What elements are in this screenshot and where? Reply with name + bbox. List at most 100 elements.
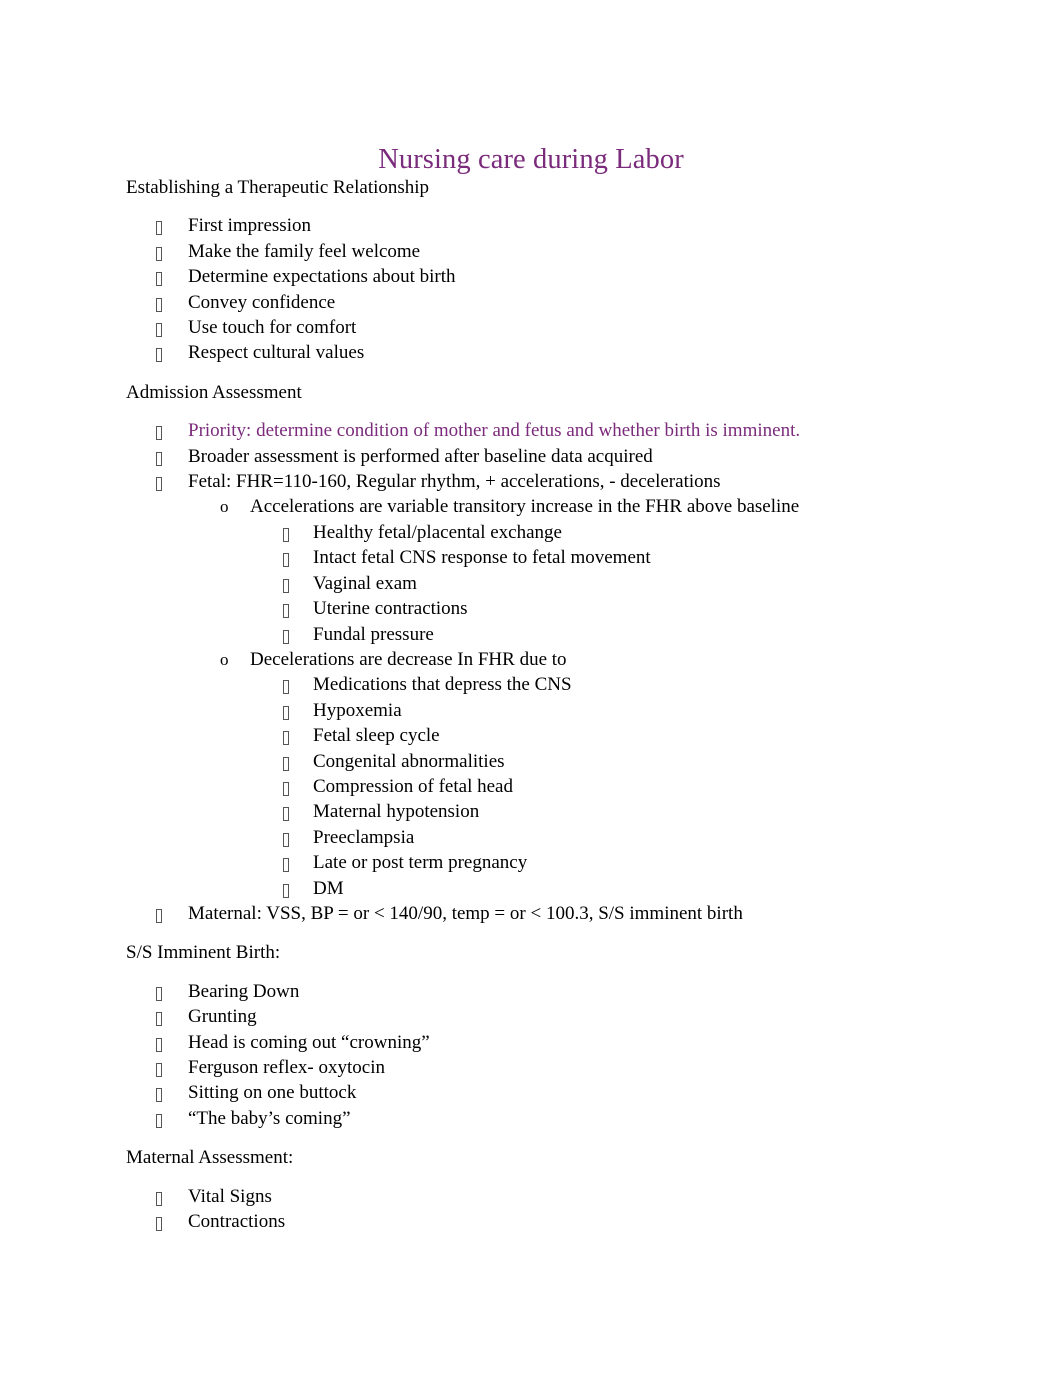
list-item-label: Convey confidence — [188, 291, 336, 313]
list-item-label: Hypoxemia — [313, 699, 402, 721]
list-item-label: Fetal sleep cycle — [313, 725, 440, 747]
list-item-label: Uterine contractions — [313, 598, 468, 620]
list-item: First impression — [126, 213, 1006, 238]
wingdings-box-bullet-icon — [283, 799, 289, 824]
lowercase-o-bullet-icon: o — [220, 649, 229, 669]
wingdings-box-bullet-icon — [156, 290, 162, 315]
wingdings-box-bullet-icon — [283, 571, 289, 596]
list-item-label: Sitting on one buttock — [188, 1082, 357, 1104]
list-item: Congenital abnormalities — [126, 749, 1006, 774]
section-heading: Admission Assessment — [126, 381, 302, 403]
list-item-label: Determine expectations about birth — [188, 266, 456, 288]
list-item-label: Decelerations are decrease In FHR due to — [250, 648, 567, 670]
list-item: Maternal: VSS, BP = or < 140/90, temp = … — [126, 901, 1006, 926]
list-item: Make the family feel welcome — [126, 239, 1006, 264]
list-item: Use touch for comfort — [126, 315, 1006, 340]
list-item-label: “The baby’s coming” — [188, 1107, 351, 1129]
wingdings-box-bullet-icon — [156, 418, 162, 443]
wingdings-box-bullet-icon — [283, 545, 289, 570]
list-item-label: Head is coming out “crowning” — [188, 1031, 430, 1053]
wingdings-box-bullet-icon — [156, 213, 162, 238]
bullet-list: Priority: determine condition of mother … — [126, 418, 1006, 926]
list-item: Bearing Down — [126, 979, 1006, 1004]
wingdings-box-bullet-icon — [156, 1184, 162, 1209]
wingdings-box-bullet-icon — [283, 520, 289, 545]
list-item: o Decelerations are decrease In FHR due t… — [126, 647, 1006, 672]
list-item: Healthy fetal/placental exchange — [126, 520, 1006, 545]
list-item: Sitting on one buttock — [126, 1080, 1006, 1105]
list-item-label: Healthy fetal/placental exchange — [313, 521, 562, 543]
list-item: Fetal sleep cycle — [126, 723, 1006, 748]
wingdings-box-bullet-icon — [283, 622, 289, 647]
list-item: DM — [126, 876, 1006, 901]
list-item-label: Ferguson reflex- oxytocin — [188, 1057, 385, 1078]
heading-gap — [126, 966, 1006, 979]
list-item: Priority: determine condition of mother … — [126, 418, 1006, 443]
list-item-label: DM — [313, 877, 344, 899]
wingdings-box-bullet-icon — [156, 1209, 162, 1234]
wingdings-box-bullet-icon — [156, 264, 162, 289]
list-item: Vital Signs — [126, 1184, 1006, 1209]
list-item: Compression of fetal head — [126, 774, 1006, 799]
list-item-label: Make the family feel welcome — [188, 240, 421, 262]
list-item: o Accelerations are variable transitory i… — [126, 494, 1006, 519]
list-item: Convey confidence — [126, 290, 1006, 315]
wingdings-box-bullet-icon — [156, 444, 162, 469]
bullet-list: Vital Signs Contractions — [126, 1184, 1006, 1235]
wingdings-box-bullet-icon — [283, 850, 289, 875]
wingdings-box-bullet-icon — [283, 698, 289, 723]
list-item-label: Maternal: VSS, BP = or < 140/90, temp = … — [188, 902, 743, 924]
wingdings-box-bullet-icon — [283, 596, 289, 621]
section-heading: Establishing a Therapeutic Relationship — [126, 177, 430, 198]
list-item: Broader assessment is performed after ba… — [126, 444, 1006, 469]
wingdings-box-bullet-icon — [283, 774, 289, 799]
list-item-label: Vaginal exam — [313, 572, 417, 594]
list-item: Ferguson reflex- oxytocin — [126, 1055, 1006, 1080]
list-item: “The baby’s coming” — [126, 1106, 1006, 1131]
document-page: Nursing care during Labor Establishing a… — [0, 0, 1062, 1377]
list-item-label: Fundal pressure — [313, 623, 434, 645]
lowercase-o-bullet-icon: o — [220, 497, 229, 517]
list-item-label: Priority: determine condition of mother … — [188, 420, 801, 442]
list-item-label: Medications that depress the CNS — [313, 674, 572, 696]
list-item: Fetal: FHR=110-160, Regular rhythm, + ac… — [126, 469, 1006, 494]
list-item: Maternal hypotension — [126, 799, 1006, 824]
section-heading: Maternal Assessment: — [126, 1147, 294, 1169]
list-item-label: Preeclampsia — [313, 826, 415, 848]
list-item-label: Compression of fetal head — [313, 775, 513, 797]
wingdings-box-bullet-icon — [283, 723, 289, 748]
wingdings-box-bullet-icon — [156, 1080, 162, 1105]
list-item-label: Fetal: FHR=110-160, Regular rhythm, + ac… — [188, 471, 721, 493]
list-item-label: Respect cultural values — [188, 342, 365, 364]
wingdings-box-bullet-icon — [156, 340, 162, 365]
wingdings-box-bullet-icon — [156, 315, 162, 340]
document-body: Establishing a Therapeutic Relationship F… — [126, 175, 1006, 1234]
list-item-label: Grunting — [188, 1006, 257, 1028]
list-item-label: Maternal hypotension — [313, 801, 480, 823]
list-item: Determine expectations about birth — [126, 264, 1006, 289]
page-title: Nursing care during Labor — [378, 144, 684, 176]
list-item: Vaginal exam — [126, 571, 1006, 596]
wingdings-box-bullet-icon — [156, 239, 162, 264]
list-item-label: Contractions — [188, 1211, 286, 1233]
wingdings-box-bullet-icon — [156, 1030, 162, 1055]
list-item-label: Vital Signs — [188, 1185, 272, 1207]
list-item: Uterine contractions — [126, 596, 1006, 621]
heading-gap — [126, 1171, 1006, 1184]
list-item-label: Late or post term pregnancy — [313, 852, 528, 874]
list-item: Fundal pressure — [126, 622, 1006, 647]
wingdings-box-bullet-icon — [156, 979, 162, 1004]
list-item-label: Accelerations are variable transitory in… — [250, 496, 800, 518]
list-item: Hypoxemia — [126, 698, 1006, 723]
list-item: Medications that depress the CNS — [126, 672, 1006, 697]
wingdings-box-bullet-icon — [283, 825, 289, 850]
heading-gap — [126, 405, 1006, 418]
wingdings-box-bullet-icon — [283, 749, 289, 774]
wingdings-box-bullet-icon — [283, 876, 289, 901]
list-item: Respect cultural values — [126, 340, 1006, 365]
list-item-label: First impression — [188, 215, 311, 237]
list-item: Grunting — [126, 1004, 1006, 1029]
